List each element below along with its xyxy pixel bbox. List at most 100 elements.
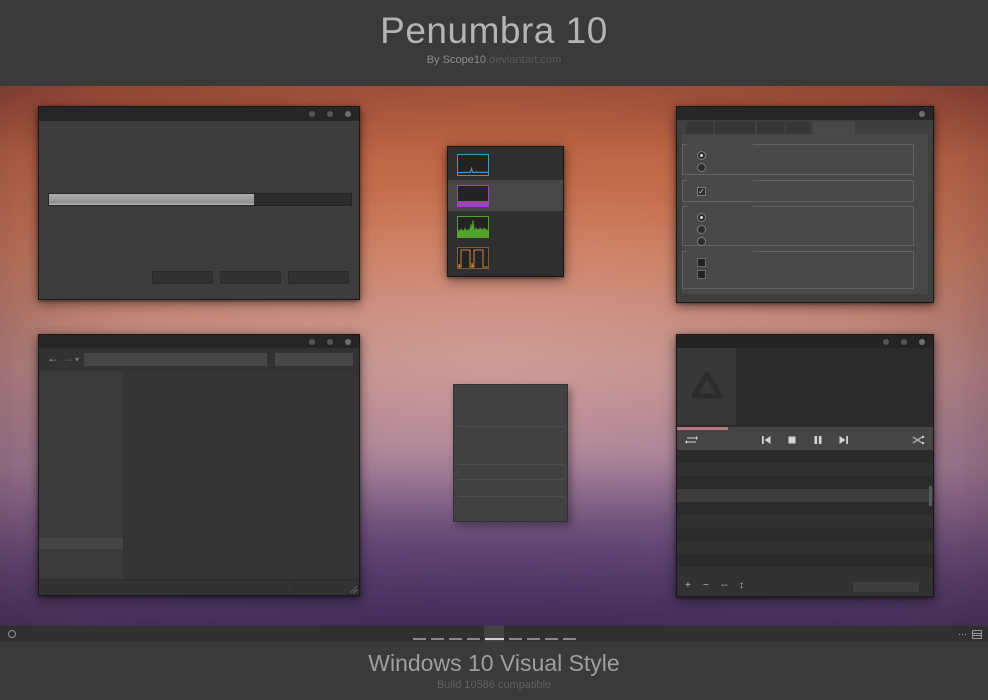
action-center-icon[interactable] bbox=[972, 630, 982, 639]
task-button-indicator[interactable] bbox=[449, 638, 462, 640]
close-button[interactable] bbox=[345, 339, 351, 345]
navigation-sidebar[interactable] bbox=[39, 371, 123, 579]
titlebar[interactable] bbox=[677, 335, 933, 348]
task-button-indicator[interactable] bbox=[431, 638, 444, 640]
playlist-row[interactable] bbox=[677, 476, 933, 489]
footer: Windows 10 Visual Style Build 10586 comp… bbox=[0, 642, 988, 700]
sidebar-selected-item[interactable] bbox=[39, 538, 123, 549]
maximize-button[interactable] bbox=[901, 339, 907, 345]
group-box-1 bbox=[682, 144, 914, 175]
task-button-indicator[interactable] bbox=[509, 638, 522, 640]
minimize-button[interactable] bbox=[309, 339, 315, 345]
player-status-bar: + − -- ↕ bbox=[677, 578, 933, 596]
close-button[interactable] bbox=[345, 111, 351, 117]
playlist-row[interactable] bbox=[677, 541, 933, 554]
progress-fill bbox=[49, 194, 254, 205]
tray-overflow-icon[interactable]: ⋯ bbox=[958, 626, 967, 642]
player-logo-icon bbox=[690, 370, 724, 400]
sort-icon[interactable]: ↕ bbox=[739, 580, 744, 591]
playlist-row[interactable] bbox=[677, 489, 933, 502]
more-options-icon[interactable]: -- bbox=[721, 580, 728, 591]
perf-row-cpu[interactable] bbox=[448, 149, 563, 180]
menu-separator bbox=[458, 464, 563, 465]
pause-icon[interactable] bbox=[812, 434, 824, 446]
task-button-indicator[interactable] bbox=[527, 638, 540, 640]
maximize-button[interactable] bbox=[327, 111, 333, 117]
menu-separator bbox=[458, 426, 563, 427]
progress-bar bbox=[48, 193, 352, 206]
previous-icon[interactable] bbox=[760, 434, 772, 446]
titlebar[interactable] bbox=[39, 335, 359, 348]
disk-graph-icon bbox=[457, 247, 489, 269]
remove-track-icon[interactable]: − bbox=[703, 580, 709, 591]
search-input[interactable] bbox=[275, 353, 353, 366]
system-tray: ⋯ bbox=[958, 626, 982, 642]
back-icon[interactable]: ← bbox=[47, 351, 59, 365]
dialog-button[interactable] bbox=[152, 271, 213, 284]
titlebar[interactable] bbox=[39, 107, 359, 121]
group-box-2 bbox=[682, 180, 914, 202]
tab-1[interactable] bbox=[686, 122, 713, 134]
forward-icon[interactable]: → bbox=[62, 351, 74, 365]
playlist-row[interactable] bbox=[677, 515, 933, 528]
window-settings-dialog bbox=[676, 106, 934, 303]
stop-icon[interactable] bbox=[786, 434, 798, 446]
chevron-down-icon[interactable]: ▾ bbox=[75, 355, 79, 364]
checkbox[interactable] bbox=[697, 270, 706, 279]
maximize-button[interactable] bbox=[327, 339, 333, 345]
playlist-row[interactable] bbox=[677, 450, 933, 463]
window-performance-panel bbox=[447, 146, 564, 277]
perf-row-memory[interactable] bbox=[448, 180, 563, 211]
radio-button[interactable] bbox=[697, 213, 706, 222]
footer-title: Windows 10 Visual Style bbox=[0, 650, 988, 677]
dialog-button[interactable] bbox=[220, 271, 281, 284]
perf-row-network[interactable] bbox=[448, 211, 563, 242]
radio-button[interactable] bbox=[697, 163, 706, 172]
cpu-graph-icon bbox=[457, 154, 489, 176]
perf-row-disk[interactable] bbox=[448, 242, 563, 273]
resize-grip[interactable] bbox=[349, 585, 357, 593]
radio-button[interactable] bbox=[697, 225, 706, 234]
task-button-indicator[interactable] bbox=[485, 638, 504, 640]
minimize-button[interactable] bbox=[309, 111, 315, 117]
playlist-scrollbar-thumb[interactable] bbox=[929, 486, 932, 506]
task-button-indicator[interactable] bbox=[467, 638, 480, 640]
titlebar[interactable] bbox=[677, 107, 933, 120]
radio-button[interactable] bbox=[697, 237, 706, 246]
playlist-row[interactable] bbox=[677, 554, 933, 567]
header: Penumbra 10 By Scope10.deviantart.com bbox=[0, 0, 988, 86]
network-graph-icon bbox=[457, 216, 489, 238]
dialog-button[interactable] bbox=[288, 271, 349, 284]
add-track-icon[interactable]: + bbox=[685, 580, 691, 591]
task-button-indicator[interactable] bbox=[563, 638, 576, 640]
shuffle-icon[interactable] bbox=[912, 434, 925, 446]
task-button-indicator[interactable] bbox=[545, 638, 558, 640]
window-progress-dialog bbox=[38, 106, 360, 300]
tab-3[interactable] bbox=[757, 122, 784, 134]
album-art-panel bbox=[677, 348, 736, 425]
playlist[interactable] bbox=[677, 450, 933, 580]
byline: By Scope10.deviantart.com bbox=[0, 54, 988, 66]
close-button[interactable] bbox=[919, 111, 925, 117]
playlist-search-box[interactable] bbox=[853, 582, 919, 592]
minimize-button[interactable] bbox=[883, 339, 889, 345]
next-icon[interactable] bbox=[838, 434, 850, 446]
repeat-icon[interactable] bbox=[685, 434, 698, 446]
author-name: Scope10 bbox=[443, 54, 486, 66]
close-button[interactable] bbox=[919, 339, 925, 345]
radio-button[interactable] bbox=[697, 151, 706, 160]
address-bar-input[interactable] bbox=[84, 353, 267, 366]
task-button-indicator[interactable] bbox=[413, 638, 426, 640]
tab-2[interactable] bbox=[715, 122, 755, 134]
tab-4[interactable] bbox=[786, 122, 811, 134]
start-button[interactable] bbox=[8, 630, 16, 638]
desktop-background: ← → ▾ bbox=[0, 86, 988, 626]
checkbox[interactable] bbox=[697, 187, 706, 196]
memory-graph-icon bbox=[457, 185, 489, 207]
playlist-row[interactable] bbox=[677, 528, 933, 541]
context-menu[interactable] bbox=[453, 384, 568, 522]
playlist-row[interactable] bbox=[677, 463, 933, 476]
theme-preview-screenshot: Penumbra 10 By Scope10.deviantart.com bbox=[0, 0, 988, 700]
playlist-row[interactable] bbox=[677, 502, 933, 515]
checkbox[interactable] bbox=[697, 258, 706, 267]
